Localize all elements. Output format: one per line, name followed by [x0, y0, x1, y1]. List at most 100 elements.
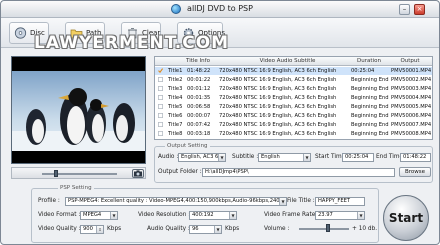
- video-preview: [11, 56, 146, 164]
- row-title: Title3: [168, 86, 183, 92]
- table-row[interactable]: Title5 00:06:58 720x480 NTSC 16:9 English,…: [155, 103, 432, 111]
- video-resolution-label: Video Resolution :: [138, 212, 191, 218]
- table-row[interactable]: Title7 00:07:42 720x480 NTSC 16:9 English,…: [155, 121, 432, 129]
- chevron-down-icon: ▼: [229, 212, 236, 219]
- header-video-audio-subtitle[interactable]: Video Audio Subtitle: [225, 58, 350, 64]
- checkbox-icon[interactable]: [158, 131, 163, 136]
- video-format-select[interactable]: MPEG4 ▼: [80, 211, 118, 220]
- row-duration: Beginning Ending: [351, 95, 389, 101]
- volume-value: + 10 db.: [352, 226, 378, 232]
- watermark-text: LAWYERMENT.COM: [34, 33, 230, 53]
- title-list-header: Title Info Video Audio Subtitle Duration…: [155, 57, 432, 66]
- minimize-button[interactable]: –: [399, 4, 410, 15]
- audio-select[interactable]: English, AC3 6ch ▼: [178, 153, 226, 162]
- checkbox-icon[interactable]: [158, 95, 163, 100]
- row-duration: Beginning Ending: [351, 104, 389, 110]
- volume-slider-thumb[interactable]: [326, 224, 330, 232]
- end-time-field[interactable]: 01:48:22: [400, 153, 431, 162]
- spin-arrows-icon: ⇕: [96, 226, 103, 233]
- table-row[interactable]: Title6 00:00:07 720x480 NTSC 16:9 English,…: [155, 112, 432, 120]
- row-duration: Beginning Ending: [351, 122, 389, 128]
- chevron-down-icon: ▼: [218, 154, 225, 161]
- row-length: 00:07:42: [187, 122, 211, 128]
- row-output: PMV50001.MP4: [391, 68, 432, 74]
- row-stream-info: 720x480 NTSC 16:9 English, AC3 6ch Engli…: [219, 77, 337, 83]
- subtitle-label: Subtitle :: [232, 154, 259, 160]
- video-quality-unit: Kbps: [107, 226, 122, 232]
- table-row[interactable]: Title3 00:01:12 720x480 NTSC 16:9 English,…: [155, 85, 432, 93]
- video-quality-stepper[interactable]: 900 ⇕: [80, 225, 104, 234]
- row-stream-info: 720x480 NTSC 16:9 English, AC3 6ch Engli…: [219, 86, 337, 92]
- video-quality-label: Video Quality :: [38, 226, 81, 232]
- disc-icon: [14, 27, 27, 39]
- volume-slider-track[interactable]: [299, 228, 349, 230]
- chevron-down-icon: ▼: [214, 226, 221, 233]
- checkbox-icon[interactable]: [158, 113, 163, 118]
- volume-label: Volume :: [264, 226, 290, 232]
- video-resolution-select[interactable]: 400:192 ▼: [189, 211, 237, 220]
- row-stream-info: 720x480 NTSC 16:9 English, AC3 6ch Engli…: [219, 95, 337, 101]
- output-setting-title: Output Setting: [165, 143, 210, 149]
- title-bar[interactable]: allDJ DVD to PSP – ×: [1, 1, 439, 18]
- table-row[interactable]: Title2 00:01:22 720x480 NTSC 16:9 English,…: [155, 76, 432, 84]
- checkbox-icon[interactable]: [158, 122, 163, 127]
- row-length: 00:00:07: [187, 113, 211, 119]
- row-output: PMV50008.MP4: [391, 131, 432, 137]
- audio-quality-unit: Kbps: [225, 226, 240, 232]
- table-row[interactable]: Title1 01:48:22 720x480 NTSC 16:9 English,…: [155, 67, 432, 75]
- header-title-info[interactable]: Title Info: [169, 58, 227, 64]
- row-duration: Beginning Ending: [351, 131, 389, 137]
- audio-label: Audio :: [158, 154, 179, 160]
- subtitle-select[interactable]: English ▼: [258, 153, 311, 162]
- row-output: PMV50005.MP4: [391, 104, 432, 110]
- row-duration: 00:25:04: [351, 68, 375, 74]
- row-duration: Beginning Ending: [351, 77, 389, 83]
- row-stream-info: 720x480 NTSC 16:9 English, AC3 6ch Engli…: [219, 131, 337, 137]
- start-time-field[interactable]: 00:25:04: [342, 153, 374, 162]
- table-row[interactable]: Title4 00:01:35 720x480 NTSC 16:9 English,…: [155, 94, 432, 102]
- row-title: Title8: [168, 131, 183, 137]
- video-format-label: Video Format :: [38, 212, 81, 218]
- row-length: 00:01:22: [187, 77, 211, 83]
- close-button[interactable]: ×: [414, 4, 425, 15]
- seek-thumb[interactable]: [54, 170, 58, 177]
- checkbox-icon[interactable]: [158, 86, 163, 91]
- output-folder-field[interactable]: H:\allDJmp4\PSP\: [202, 168, 395, 177]
- checkbox-icon[interactable]: [158, 104, 163, 109]
- row-length: 00:06:58: [187, 104, 211, 110]
- row-output: PMV50004.MP4: [391, 95, 432, 101]
- row-length: 00:01:12: [187, 86, 211, 92]
- audio-quality-select[interactable]: 96 ▼: [189, 225, 222, 234]
- file-title-label: File Title :: [287, 198, 315, 204]
- profile-select[interactable]: PSP-MPEG4: Excellent quality : Video-MPE…: [65, 197, 287, 206]
- table-row[interactable]: Title8 00:03:18 720x480 NTSC 16:9 English,…: [155, 130, 432, 138]
- row-output: PMV50003.MP4: [391, 86, 432, 92]
- penguin-frame-image: [12, 57, 145, 163]
- start-button[interactable]: Start: [383, 195, 429, 241]
- checkbox-icon[interactable]: [158, 77, 163, 82]
- file-title-field[interactable]: HAPPY_FEET: [315, 197, 365, 206]
- row-duration: Beginning Ending: [351, 86, 389, 92]
- snapshot-button[interactable]: [132, 169, 144, 178]
- video-frame-rate-label: Video Frame Rate :: [264, 212, 320, 218]
- header-output[interactable]: Output: [388, 58, 432, 64]
- row-output: PMV50002.MP4: [391, 77, 432, 83]
- row-length: 00:01:35: [187, 95, 211, 101]
- checkmark-icon[interactable]: [158, 68, 163, 73]
- audio-quality-label: Audio Quality :: [147, 226, 190, 232]
- video-frame-rate-select[interactable]: 23.97 ▼: [315, 211, 365, 220]
- header-duration[interactable]: Duration: [350, 58, 388, 64]
- camera-icon: [134, 170, 142, 177]
- window-title: allDJ DVD to PSP: [187, 4, 253, 13]
- app-window: allDJ DVD to PSP – × Disc Path Clear Opt…: [0, 0, 440, 245]
- playback-bar: [11, 167, 146, 179]
- row-title: Title2: [168, 77, 183, 83]
- browse-button[interactable]: Browse: [399, 167, 431, 177]
- row-stream-info: 720x480 NTSC 16:9 English, AC3 6ch Engli…: [219, 122, 337, 128]
- row-duration: Beginning Ending: [351, 113, 389, 119]
- output-setting-panel: Output Setting Audio : English, AC3 6ch ▼…: [154, 143, 433, 183]
- row-length: 01:48:22: [187, 68, 211, 74]
- row-stream-info: 720x480 NTSC 16:9 English, AC3 6ch Engli…: [219, 113, 337, 119]
- row-title: Title4: [168, 95, 183, 101]
- chevron-down-icon: ▼: [110, 212, 117, 219]
